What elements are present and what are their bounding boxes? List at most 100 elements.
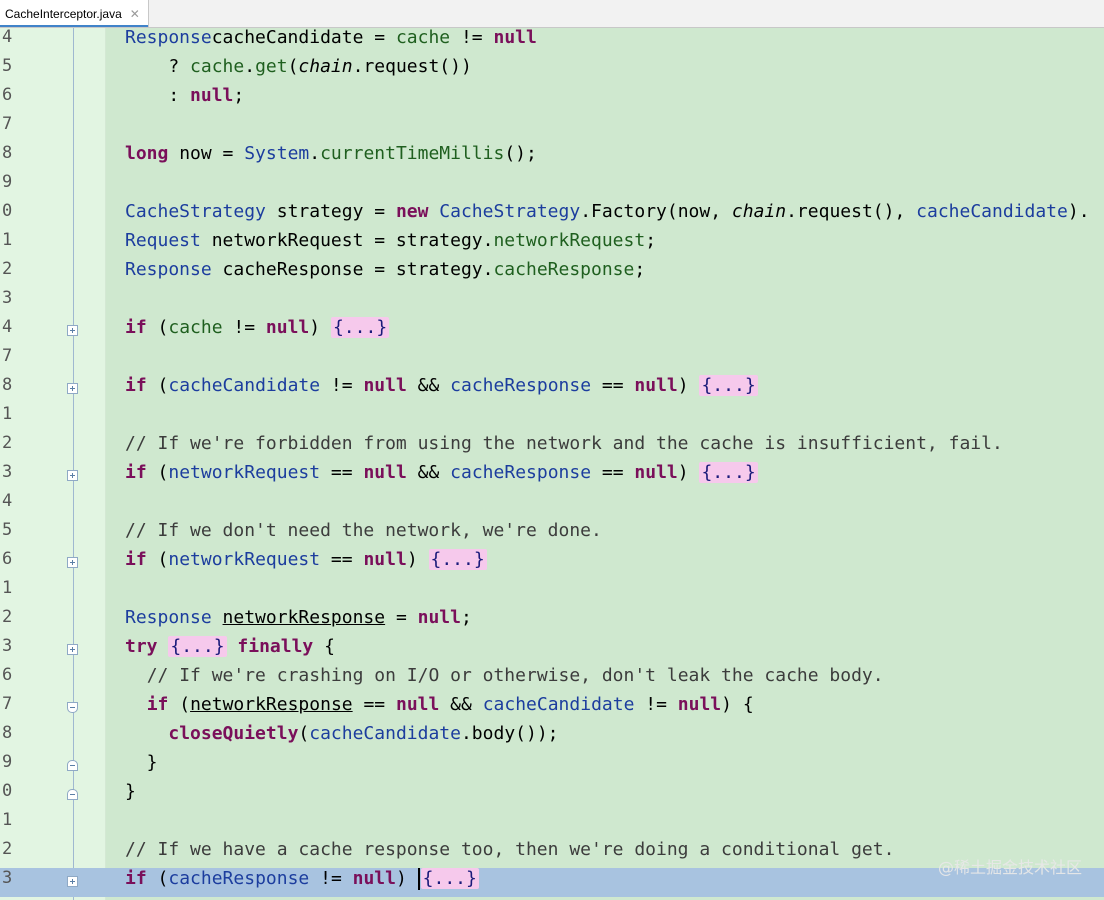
code-token: strategy =: [265, 201, 396, 222]
code-token: null: [190, 85, 234, 106]
code-line[interactable]: 1: [0, 578, 1104, 607]
close-icon[interactable]: ✕: [130, 7, 140, 21]
code-token: chain: [298, 56, 353, 77]
code-line[interactable]: 5 // If we don't need the network, we're …: [0, 520, 1104, 549]
code-line[interactable]: 7 if (networkResponse == null && cacheCa…: [0, 694, 1104, 723]
code-token: ==: [591, 375, 635, 396]
line-number: 3: [2, 462, 13, 482]
code-token: cacheResponse: [450, 462, 592, 483]
folded-code-block[interactable]: {...}: [330, 317, 390, 338]
code-line[interactable]: 4 if (cache != null) {...}: [0, 317, 1104, 346]
expand-fold-icon[interactable]: [67, 644, 78, 655]
code-token: try: [125, 636, 158, 657]
code-token: .request(),: [786, 201, 917, 222]
code-line[interactable]: 3: [0, 288, 1104, 317]
line-number: 5: [2, 520, 13, 540]
file-tab[interactable]: CacheInterceptor.java ✕: [0, 0, 149, 27]
code-token: :: [125, 85, 191, 106]
folded-code-block[interactable]: {...}: [168, 636, 227, 657]
code-token: ;: [460, 607, 472, 628]
code-token: ) {: [721, 694, 754, 715]
code-line[interactable]: 8 closeQuietly(cacheCandidate.body());: [0, 723, 1104, 752]
code-token: !=: [309, 868, 353, 889]
code-line[interactable]: 2 // If we're forbidden from using the ne…: [0, 433, 1104, 462]
code-token: null: [493, 28, 537, 48]
code-line[interactable]: 9: [0, 172, 1104, 201]
code-token: cacheCandidate =: [211, 28, 396, 48]
code-token: cacheCandidate: [168, 375, 321, 396]
code-line[interactable]: 0}: [0, 781, 1104, 810]
line-number: 4: [2, 317, 13, 337]
code-line[interactable]: 6 // If we're crashing on I/O or otherwi…: [0, 665, 1104, 694]
code-line[interactable]: 1: [0, 810, 1104, 839]
code-token: ).: [1067, 201, 1090, 222]
code-line[interactable]: 1: [0, 404, 1104, 433]
code-token: Response: [125, 28, 212, 48]
code-token: ;: [233, 85, 245, 106]
code-text: if (networkRequest == null && cacheRespo…: [125, 462, 758, 491]
collapse-fold-icon[interactable]: [67, 760, 78, 771]
code-token: (: [146, 462, 169, 483]
code-token: networkRequest = strategy.: [200, 230, 494, 251]
collapse-fold-icon[interactable]: [67, 702, 78, 713]
code-line[interactable]: 0 CacheStrategy strategy = new CacheStrat…: [0, 201, 1104, 230]
code-line[interactable]: 8 long now = System.currentTimeMillis();: [0, 143, 1104, 172]
code-line[interactable]: 4 ResponsecacheCandidate = cache != null: [0, 28, 1104, 56]
expand-fold-icon[interactable]: [67, 383, 78, 394]
code-token: finally: [237, 636, 314, 657]
folded-code-block[interactable]: {...}: [420, 868, 479, 889]
code-line[interactable]: 6 : null;: [0, 85, 1104, 114]
folded-code-block[interactable]: {...}: [428, 549, 487, 570]
code-token: CacheStrategy: [439, 201, 581, 222]
code-line[interactable]: 2 Response networkResponse = null;: [0, 607, 1104, 636]
code-line[interactable]: 6 if (networkRequest == null) {...}: [0, 549, 1104, 578]
line-number: 2: [2, 839, 13, 859]
expand-fold-icon[interactable]: [67, 876, 78, 887]
code-text: }: [125, 752, 158, 781]
code-token: &&: [406, 375, 451, 396]
code-text: if (cacheCandidate != null && cacheRespo…: [125, 375, 758, 404]
active-tab-indicator: [0, 25, 148, 27]
code-line[interactable]: 9 }: [0, 752, 1104, 781]
folded-code-block[interactable]: {...}: [699, 375, 758, 396]
code-line[interactable]: 5 ? cache.get(chain.request()): [0, 56, 1104, 85]
code-text: // If we have a cache response too, then…: [125, 839, 894, 868]
code-line[interactable]: 1 Request networkRequest = strategy.netwo…: [0, 230, 1104, 259]
code-token: now =: [168, 143, 245, 164]
code-token: (: [146, 375, 169, 396]
collapse-fold-icon[interactable]: [67, 789, 78, 800]
line-number: 4: [2, 28, 13, 47]
code-token: long: [125, 143, 169, 164]
code-token: if: [125, 317, 147, 338]
code-token: ==: [320, 462, 364, 483]
code-line[interactable]: 7: [0, 346, 1104, 375]
code-line[interactable]: 3 if (networkRequest == null && cacheResp…: [0, 462, 1104, 491]
folded-code-block[interactable]: {...}: [699, 462, 758, 483]
line-number: 2: [2, 607, 13, 627]
line-number: 1: [2, 404, 13, 424]
code-line[interactable]: 2 Response cacheResponse = strategy.cache…: [0, 259, 1104, 288]
code-token: null: [363, 375, 407, 396]
code-token: // If we're forbidden from using the net…: [125, 433, 1003, 454]
code-text: if (cacheResponse != null) {...}: [125, 868, 479, 897]
code-text: try {...} finally {: [125, 636, 335, 665]
expand-fold-icon[interactable]: [67, 470, 78, 481]
code-line[interactable]: 3 try {...} finally {: [0, 636, 1104, 665]
code-token: ?: [125, 56, 191, 77]
expand-fold-icon[interactable]: [67, 557, 78, 568]
code-line[interactable]: 7: [0, 114, 1104, 143]
code-token: networkResponse: [190, 694, 353, 715]
code-line[interactable]: 8 if (cacheCandidate != null && cacheResp…: [0, 375, 1104, 404]
code-token: {: [313, 636, 335, 657]
line-number: 1: [2, 230, 13, 250]
expand-fold-icon[interactable]: [67, 325, 78, 336]
code-token: .: [309, 143, 321, 164]
code-token: }: [125, 752, 158, 773]
code-token: (: [146, 549, 169, 570]
code-text: : null;: [125, 85, 244, 114]
code-editor[interactable]: 4 ResponsecacheCandidate = cache != null 5…: [0, 28, 1104, 900]
code-token: ): [677, 375, 700, 396]
code-line[interactable]: 4: [0, 491, 1104, 520]
code-token: =: [385, 607, 418, 628]
